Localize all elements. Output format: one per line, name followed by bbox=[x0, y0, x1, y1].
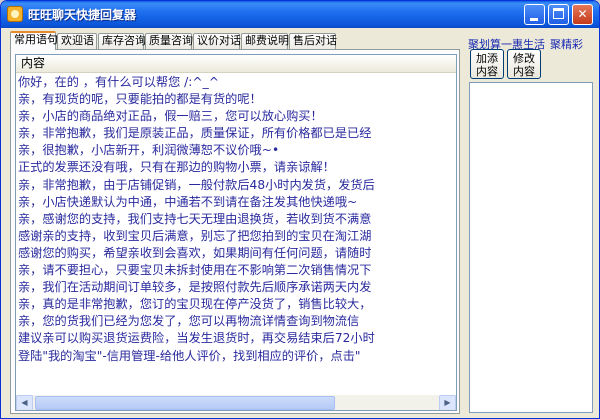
list-item[interactable]: 你好，在的 ，有什么可以帮您 /:^_^ bbox=[18, 74, 456, 91]
list-item[interactable]: 亲，非常抱歉，我们是原装正品，质量保证，所有价格都已是已经 bbox=[18, 125, 456, 142]
list-item[interactable]: 亲，您的货我们已经为您发了，您可以再物流详情查询到物流信 bbox=[18, 313, 456, 330]
title-bar[interactable]: 旺旺聊天快捷回复器 ✕ bbox=[1, 1, 599, 28]
app-icon bbox=[7, 6, 23, 22]
maximize-icon bbox=[553, 8, 564, 19]
scrollbar-thumb[interactable] bbox=[35, 396, 335, 410]
list-item[interactable]: 亲，很抱歉，小店新开，利润微薄恕不议价哦~• bbox=[18, 142, 456, 159]
promo-link-jujingcai[interactable]: 聚精彩 bbox=[550, 38, 583, 51]
tab-stock-inquiry[interactable]: 库存咨询 bbox=[98, 33, 146, 49]
list-item[interactable]: 感谢亲的支持，收到宝贝后满意，别忘了把您拍到的宝贝在淘江湖 bbox=[18, 228, 456, 245]
list-item[interactable]: 亲，我们在活动期间订单较多，是按照付款先后顺序承诺两天内发 bbox=[18, 279, 456, 296]
horizontal-scrollbar[interactable]: ◀ ▶ bbox=[16, 395, 456, 410]
add-content-button[interactable]: 加添内容 bbox=[470, 49, 504, 79]
scroll-right-icon[interactable]: ▶ bbox=[439, 395, 456, 410]
window-title: 旺旺聊天快捷回复器 bbox=[28, 8, 137, 22]
column-header-content[interactable]: 内容 bbox=[16, 55, 456, 73]
list-item[interactable]: 正式的发票还没有哦，只有在那边的购物小票，请亲谅解！ bbox=[18, 159, 456, 176]
list-item[interactable]: 亲，真的是非常抱歉，您订的宝贝现在停产没货了，销售比较大， bbox=[18, 296, 456, 313]
maximize-button[interactable] bbox=[548, 4, 569, 25]
minimize-icon bbox=[530, 18, 538, 21]
list-item[interactable]: 感谢您的购买，希望亲收到会喜欢，如果期间有任何问题，请随时 bbox=[18, 245, 456, 262]
tab-quality-inquiry[interactable]: 质量咨询 bbox=[145, 33, 193, 49]
scroll-left-icon[interactable]: ◀ bbox=[16, 395, 33, 410]
tab-welcome[interactable]: 欢迎语 bbox=[57, 33, 97, 49]
list-item[interactable]: 亲，感谢您的支持，我们支持七天无理由退换货，若收到货不满意 bbox=[18, 211, 456, 228]
list-item[interactable]: 亲，小店快递默认为中通，中通若不到请在备注发其他快递哦~ bbox=[18, 194, 456, 211]
tab-after-sales[interactable]: 售后对话 bbox=[289, 33, 337, 49]
list-item[interactable]: 亲，请不要担心，只要宝贝未拆封使用在不影响第二次销售情况下 bbox=[18, 262, 456, 279]
list-item[interactable]: 亲，非常抱歉，由于店铺促销，一般付款后48小时内发货，发货后 bbox=[18, 177, 456, 194]
list-item[interactable]: 登陆"我的淘宝"-信用管理-给他人评价，找到相应的评价，点击" bbox=[18, 348, 456, 365]
list-item[interactable]: 建议亲可以购买退货运费险，当发生退货时，再交易结束后72小时 bbox=[18, 330, 456, 347]
tab-shipping-info[interactable]: 邮费说明 bbox=[241, 33, 289, 49]
list-item[interactable]: 亲，小店的商品绝对正品，假一赔三，您可以放心购买！ bbox=[18, 108, 456, 125]
tab-common-phrases[interactable]: 常用语句 bbox=[10, 31, 58, 50]
close-icon: ✕ bbox=[577, 7, 588, 21]
edit-content-button[interactable]: 修改内容 bbox=[507, 49, 541, 79]
phrase-rows: 你好，在的 ，有什么可以帮您 /:^_^ 亲，有现货的呢，只要能拍的都是有货的呢… bbox=[18, 74, 456, 365]
list-item[interactable]: 亲，有现货的呢，只要能拍的都是有货的呢！ bbox=[18, 91, 456, 108]
minimize-button[interactable] bbox=[524, 4, 545, 25]
side-list-box[interactable] bbox=[469, 82, 593, 413]
phrase-list[interactable]: 内容 你好，在的 ，有什么可以帮您 /:^_^ 亲，有现货的呢，只要能拍的都是有… bbox=[15, 54, 457, 411]
tab-price-negotiation[interactable]: 议价对话 bbox=[193, 33, 241, 49]
close-button[interactable]: ✕ bbox=[572, 4, 593, 25]
tab-panel: 内容 你好，在的 ，有什么可以帮您 /:^_^ 亲，有现货的呢，只要能拍的都是有… bbox=[10, 49, 460, 414]
app-window: 旺旺聊天快捷回复器 ✕ 常用语句 欢迎语 库存咨询 质量咨询 议价对话 邮费说明… bbox=[0, 0, 600, 419]
